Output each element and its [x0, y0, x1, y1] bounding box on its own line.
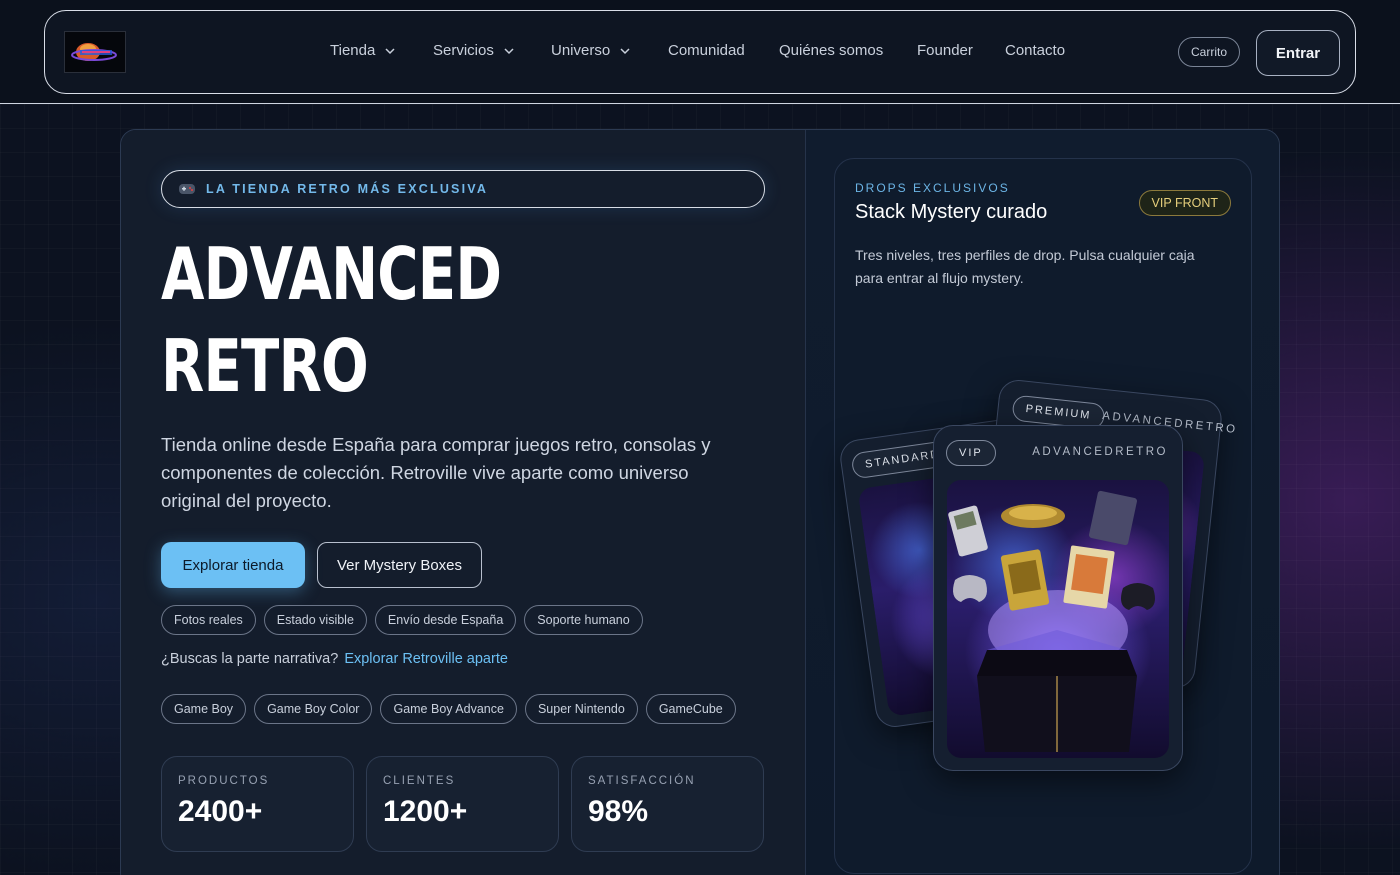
stat-value: 1200+	[383, 795, 468, 828]
chevron-down-icon	[385, 47, 395, 54]
nav-contacto-label: Contacto	[1005, 42, 1066, 59]
stat-value: 98%	[588, 795, 649, 828]
nav-servicios-label: Servicios	[433, 42, 494, 59]
navbar: Tienda Servicios Universo Comunidad Quié…	[44, 10, 1356, 94]
stat-products: PRODUCTOS 2400+	[161, 756, 354, 852]
stat-satisfaction: SATISFACCIÓN 98%	[571, 756, 764, 852]
nav-quienes-somos[interactable]: Quiénes somos	[779, 42, 883, 59]
platform-chip-gamecube[interactable]: GameCube	[645, 694, 736, 724]
hero-right: DROPS EXCLUSIVOS Stack Mystery curado VI…	[805, 130, 1279, 875]
nav-founder-label: Founder	[917, 42, 973, 59]
retroville-link[interactable]: Explorar Retroville aparte	[344, 651, 508, 667]
platform-chip-game-boy-advance[interactable]: Game Boy Advance	[380, 694, 517, 724]
title-line-1: ADVANCED	[161, 232, 502, 316]
explore-store-button[interactable]: Explorar tienda	[161, 542, 305, 588]
stat-label: SATISFACCIÓN	[588, 775, 696, 787]
stat-label: PRODUCTOS	[178, 775, 270, 787]
nav-servicios[interactable]: Servicios	[433, 42, 514, 59]
chevron-down-icon	[504, 47, 514, 54]
hero-left: LA TIENDA RETRO MÁS EXCLUSIVA ADVANCED R…	[121, 130, 805, 875]
title-line-2: RETRO	[161, 324, 369, 408]
nav-contacto[interactable]: Contacto	[1005, 42, 1065, 59]
nav-universo-label: Universo	[551, 42, 611, 59]
box-brand: ADVANCEDRETRO	[1032, 446, 1168, 458]
nav-tienda-label: Tienda	[330, 42, 376, 59]
drops-title: Stack Mystery curado	[855, 201, 1048, 223]
header-bar: Tienda Servicios Universo Comunidad Quié…	[0, 0, 1400, 104]
nav-universo[interactable]: Universo	[551, 42, 630, 59]
mystery-boxes-button[interactable]: Ver Mystery Boxes	[317, 542, 482, 588]
mystery-art	[947, 480, 1169, 758]
hero-tag-label: LA TIENDA RETRO MÁS EXCLUSIVA	[206, 182, 489, 196]
chevron-down-icon	[620, 47, 630, 54]
hero-card: LA TIENDA RETRO MÁS EXCLUSIVA ADVANCED R…	[120, 129, 1280, 875]
hero-tag: LA TIENDA RETRO MÁS EXCLUSIVA	[161, 170, 765, 208]
feature-chip: Fotos reales	[161, 605, 256, 635]
stat-clients: CLIENTES 1200+	[366, 756, 559, 852]
login-button[interactable]: Entrar	[1256, 30, 1340, 76]
platform-chip-game-boy-color[interactable]: Game Boy Color	[254, 694, 373, 724]
feature-chip: Soporte humano	[524, 605, 643, 635]
feature-chip: Envío desde España	[374, 605, 517, 635]
drops-eyebrow: DROPS EXCLUSIVOS	[855, 181, 1010, 195]
mystery-box-vip[interactable]: VIP ADVANCEDRETRO	[933, 425, 1183, 771]
nav-tienda[interactable]: Tienda	[330, 42, 395, 59]
stat-value: 2400+	[178, 795, 263, 828]
mystery-box-illustration	[948, 490, 1155, 752]
tier-pill: VIP	[946, 440, 996, 466]
drops-panel: DROPS EXCLUSIVOS Stack Mystery curado VI…	[834, 158, 1252, 874]
hero-description: Tienda online desde España para comprar …	[161, 434, 711, 511]
drops-description: Tres niveles, tres perfiles de drop. Pul…	[855, 247, 1195, 286]
feature-chips: Fotos reales Estado visible Envío desde …	[161, 605, 643, 635]
stat-label: CLIENTES	[383, 775, 456, 787]
site-logo[interactable]	[64, 31, 126, 73]
platform-chips: Game Boy Game Boy Color Game Boy Advance…	[161, 694, 736, 724]
nav-comunidad[interactable]: Comunidad	[668, 42, 745, 59]
nav-quienes-somos-label: Quiénes somos	[779, 42, 884, 59]
platform-chip-game-boy[interactable]: Game Boy	[161, 694, 247, 724]
logo-icon	[71, 43, 117, 61]
narrative-question: ¿Buscas la parte narrativa?	[161, 651, 339, 667]
narrative-row: ¿Buscas la parte narrativa? Explorar Retr…	[161, 651, 508, 667]
platform-chip-super-nintendo[interactable]: Super Nintendo	[524, 694, 638, 724]
feature-chip: Estado visible	[263, 605, 367, 635]
nav-founder[interactable]: Founder	[917, 42, 973, 59]
page-title: ADVANCED RETRO	[161, 228, 502, 412]
cart-button[interactable]: Carrito	[1178, 37, 1241, 67]
stats-row: PRODUCTOS 2400+ CLIENTES 1200+ SATISFACC…	[161, 756, 764, 852]
vip-badge: VIP FRONT	[1138, 190, 1231, 216]
gamepad-icon	[179, 184, 195, 194]
nav-comunidad-label: Comunidad	[668, 42, 745, 59]
